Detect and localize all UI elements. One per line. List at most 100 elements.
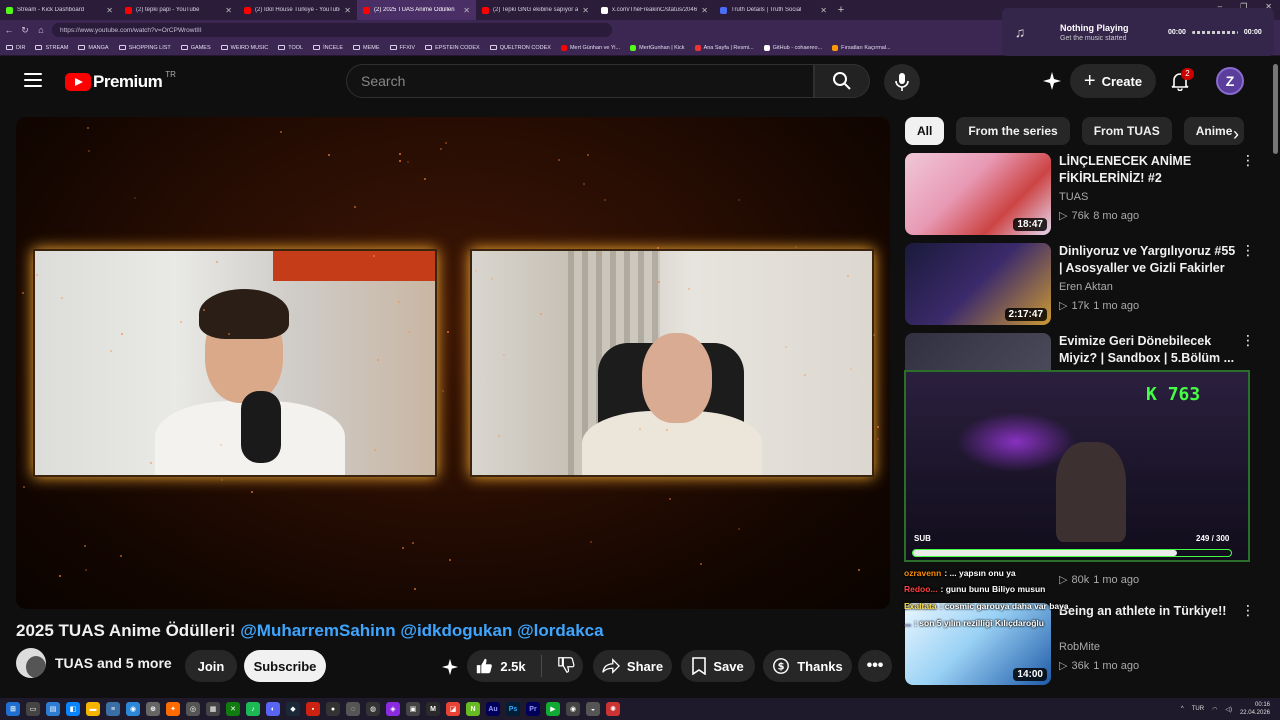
video-title[interactable]: LİNÇLENECEK ANİME FİKİRLERİNİZ! #2 [1059,153,1237,187]
app-icon[interactable]: ▣ [406,702,420,716]
bookmark-item[interactable]: EPSTEIN CODEX [425,45,480,51]
subscribe-button[interactable]: Subscribe [244,650,326,682]
bookmark-item[interactable]: WEIRD MUSIC [220,45,268,51]
edge-icon[interactable]: ◉ [126,702,140,716]
page-scrollbar[interactable] [1270,58,1280,698]
url-field[interactable]: https://www.youtube.com/watch?v=OrCPWrow… [52,23,612,37]
more-vertical-icon[interactable]: ⋮ [1241,153,1255,167]
widgets-icon[interactable]: ▤ [46,702,60,716]
channel-owner[interactable]: TUAS and 5 more [16,648,172,678]
browser-tab[interactable]: (2) 2025 TUAS Anime Ödülleri ✕ [357,0,476,20]
steam-icon[interactable]: ◆ [286,702,300,716]
bookmark-item[interactable]: MANGA [78,45,109,51]
more-vertical-icon[interactable]: ⋮ [1241,333,1255,347]
video-title[interactable]: Evimize Geri Dönebilecek Miyiz? | Sandbo… [1059,333,1237,367]
tab-close-icon[interactable]: ✕ [701,6,708,15]
bookmark-item[interactable]: İNCELE [313,45,343,51]
bookmark-item[interactable]: DIR [6,45,25,51]
video-thumbnail[interactable]: 18:47 [905,153,1051,235]
bookmark-item[interactable]: QUELTRON CODEX [489,45,551,51]
filter-chip[interactable]: From the series [956,117,1070,145]
account-avatar[interactable]: Z [1216,67,1244,95]
audition-icon[interactable]: Au [486,702,500,716]
tab-close-icon[interactable]: ✕ [820,6,827,15]
filter-chip[interactable]: All [905,117,945,145]
task-view-icon[interactable]: ▭ [26,702,40,716]
browser-tab[interactable]: x.com/TheFreakinC/status/20463 ✕ [595,0,714,20]
youtube-premium-logo[interactable]: Premium TR [65,70,176,92]
browser-tab[interactable]: (2) tepki papi - YouTube ✕ [119,0,238,20]
terminal-icon[interactable]: ▦ [206,702,220,716]
tab-close-icon[interactable]: ✕ [463,6,470,15]
save-button[interactable]: Save [681,650,755,682]
browser-tab[interactable]: (2) Tepki GNG ekibine sapıyor am ✕ [476,0,595,20]
bookmark-item[interactable]: Ana Sayfa | Resmi... [694,44,754,51]
browser-tab[interactable]: Stream - Kick Dashboard ✕ [0,0,119,20]
xbox-icon[interactable]: ✕ [226,702,240,716]
app-icon[interactable]: ◒ [586,702,600,716]
home-icon[interactable]: ⌂ [34,25,48,35]
tab-close-icon[interactable]: ✕ [582,6,589,15]
app-icon[interactable]: ✺ [606,702,620,716]
app-icon[interactable]: ◧ [66,702,80,716]
browser-tab[interactable]: Truth Details | Truth Social ✕ [714,0,833,20]
bookmark-item[interactable]: Fırsatları Kaçırmal... [832,44,891,51]
app-icon[interactable]: ⊕ [146,702,160,716]
app-icon[interactable]: ▪ [306,702,320,716]
clock[interactable]: 00:16 22.04.2026 [1240,701,1270,717]
music-widget[interactable]: ♫ Nothing Playing Get the music started … [1002,8,1274,56]
bookmark-item[interactable]: Mert Günhan ve Yi... [560,44,620,51]
windows-start-icon[interactable]: ⊞ [6,702,20,716]
file-explorer-icon[interactable]: ▬ [86,702,100,716]
create-button[interactable]: + Create [1070,64,1156,98]
music-bar[interactable] [1191,30,1238,34]
channel-name[interactable]: Eren Aktan [1059,281,1113,293]
bookmark-item[interactable]: GAMES [180,45,211,51]
channel-avatar[interactable] [16,648,46,678]
channel-name[interactable]: RobMite [1059,641,1100,653]
notepad-icon[interactable]: ≡ [106,702,120,716]
tab-close-icon[interactable]: ✕ [344,6,351,15]
bookmark-item[interactable]: MertGunhan | Kick [630,44,685,51]
recommended-video[interactable]: 2:17:47 Dinliyoruz ve Yargılıyoruz #55 | … [905,243,1265,325]
dislike-button[interactable] [557,656,575,677]
tab-close-icon[interactable]: ✕ [225,6,232,15]
video-title-mentions[interactable]: @MuharremSahinn @idkdogukan @lordakca [240,621,603,640]
app-icon[interactable]: ◍ [366,702,380,716]
volume-icon[interactable]: ◁) [1225,706,1232,713]
back-icon[interactable]: ← [2,25,16,35]
bookmark-item[interactable]: FFXIV [389,45,415,51]
bookmark-item[interactable]: STREAM [35,45,68,51]
channel-name[interactable]: TUAS and 5 more [55,655,172,671]
recommended-video[interactable]: 18:47 LİNÇLENECEK ANİME FİKİRLERİNİZ! #2 T… [905,153,1265,235]
app-icon[interactable]: ▶ [546,702,560,716]
join-button[interactable]: Join [185,650,237,682]
search-input[interactable]: Search [346,64,814,98]
premiere-icon[interactable]: Pr [526,702,540,716]
chevron-right-icon[interactable]: › [1222,120,1250,148]
obs-icon[interactable]: ● [326,702,340,716]
app-icon[interactable]: M [426,702,440,716]
bookmark-item[interactable]: GitHub - cohaereo... [763,44,822,51]
more-actions-button[interactable]: ••• [858,650,892,682]
bookmark-item[interactable]: MEME [353,45,380,51]
voice-search-button[interactable] [884,64,920,100]
channel-name[interactable]: TUAS [1059,191,1088,203]
spotify-icon[interactable]: ♪ [246,702,260,716]
browser-tab[interactable]: (2) Idol House Türkiye - YouTube ✕ [238,0,357,20]
wifi-icon[interactable]: ◠ [1212,706,1217,713]
menu-icon[interactable] [24,73,42,87]
recommended-video[interactable]: 14:00 Being an athlete in Türkiye!! RobMit… [905,603,1265,685]
app-icon[interactable]: ◈ [386,702,400,716]
bookmark-item[interactable]: SHOPPING LIST [118,45,171,51]
video-thumbnail[interactable]: 14:00 [905,603,1051,685]
app-icon[interactable]: ✦ [166,702,180,716]
app-icon[interactable]: N [466,702,480,716]
app-icon[interactable]: ◪ [446,702,460,716]
new-tab-icon[interactable]: + [833,4,849,16]
app-icon[interactable]: ◌ [346,702,360,716]
ask-sparkle-icon[interactable] [1040,69,1064,93]
ask-sparkle-icon-2[interactable] [438,655,462,679]
share-button[interactable]: Share [593,650,672,682]
tab-close-icon[interactable]: ✕ [106,6,113,15]
